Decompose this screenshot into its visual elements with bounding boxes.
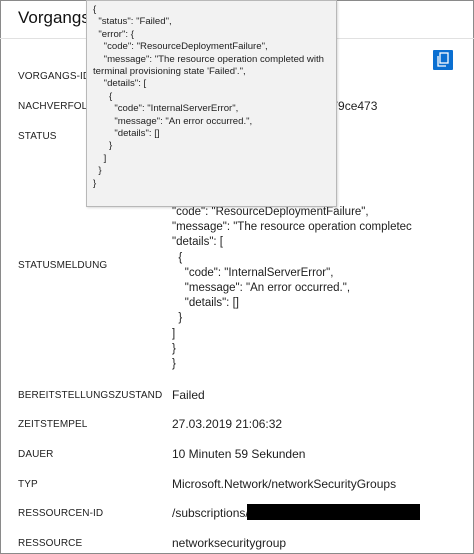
bereitstellungszustand-label: BEREITSTELLUNGSZUSTAND: [18, 390, 163, 401]
typ-label: TYP: [18, 479, 38, 490]
copy-icon: [437, 52, 449, 67]
copy-button[interactable]: [433, 50, 453, 70]
zeitstempel-value: 27.03.2019 21:06:32: [172, 417, 283, 431]
zeitstempel-label: ZEITSTEMPEL: [18, 419, 88, 430]
dauer-value: 10 Minuten 59 Sekunden: [172, 447, 306, 461]
nachverfolgung-label: NACHVERFOLG: [18, 101, 96, 112]
bereitstellungszustand-value: Failed: [172, 388, 205, 402]
status-tooltip: { "status": "Failed", "error": { "code":…: [86, 0, 337, 207]
redacted-block: [247, 504, 420, 520]
status-label: STATUS: [18, 131, 57, 142]
ressourcen-id-label: RESSOURCEN-ID: [18, 508, 104, 519]
ressource-value: networksecuritygroup: [172, 536, 287, 550]
statusmeldung-json: "code": "ResourceDeploymentFailure", "me…: [172, 206, 412, 371]
dauer-label: DAUER: [18, 449, 54, 460]
ressource-label: RESSOURCE: [18, 538, 83, 549]
vorgangs-id-label: VORGANGS-ID: [18, 71, 91, 82]
typ-value: Microsoft.Network/networkSecurityGroups: [172, 477, 397, 491]
statusmeldung-label: STATUSMELDUNG: [18, 260, 108, 271]
ressourcen-id-value: /subscriptions/: [172, 506, 249, 520]
tooltip-json: { "status": "Failed", "error": { "code":…: [93, 4, 324, 189]
